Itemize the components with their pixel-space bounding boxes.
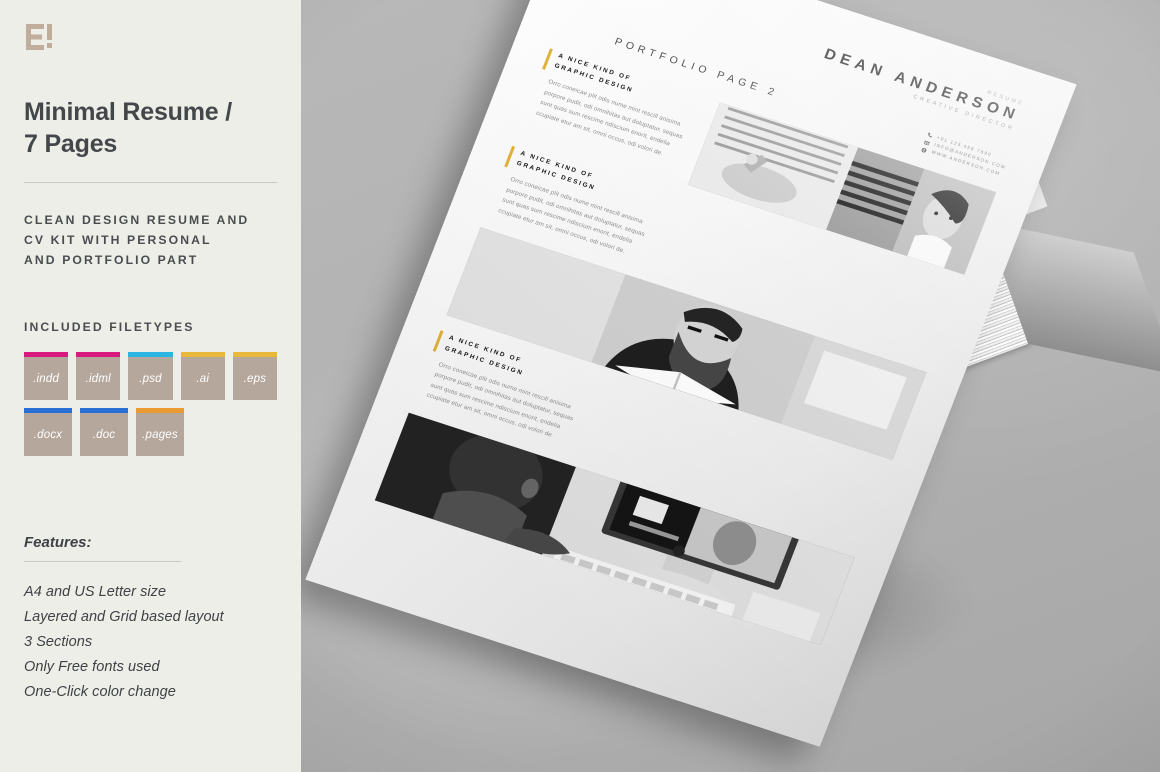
filetype-badge-row-2: .docx .doc .pages — [24, 408, 277, 457]
filetype-badge-idml: .idml — [76, 352, 121, 401]
mockup-scene: RESUME DEAN ANDERSON CREATIVE DIRECTOR P… — [301, 0, 1160, 772]
filetype-badge-doc: .doc — [80, 408, 128, 457]
list-item: Only Free fonts used — [24, 659, 160, 676]
page-title: Minimal Resume / 7 Pages — [24, 98, 232, 158]
filetype-label: .docx — [33, 428, 63, 441]
list-item: Layered and Grid based layout — [24, 609, 224, 626]
filetype-bar — [128, 352, 173, 358]
filetype-label: .indd — [33, 372, 60, 385]
title-divider — [24, 182, 277, 183]
e-exclamation-logo-icon — [24, 22, 54, 52]
filetype-label: .doc — [92, 428, 116, 441]
list-item: 3 Sections — [24, 634, 93, 651]
filetype-label: .idml — [85, 372, 111, 385]
filetype-badge-row-1: .indd .idml .psd .ai .eps — [24, 352, 278, 401]
scene-vignette — [301, 0, 1160, 772]
filetype-label: .psd — [139, 372, 162, 385]
filetype-bar — [80, 408, 128, 414]
screenshot-root: Minimal Resume / 7 Pages CLEAN DESIGN RE… — [0, 0, 1160, 772]
filetypes-heading: INCLUDED FILETYPES — [24, 320, 195, 335]
filetype-badge-docx: .docx — [24, 408, 72, 457]
filetype-bar — [24, 352, 69, 358]
filetype-bar — [136, 408, 184, 414]
list-item: One-Click color change — [24, 684, 176, 701]
filetype-bar — [76, 352, 121, 358]
features-list: A4 and US Letter size Layered and Grid b… — [24, 580, 277, 705]
filetype-bar — [24, 408, 72, 414]
filetype-bar — [232, 352, 278, 358]
filetype-label: .ai — [196, 372, 210, 385]
features-heading: Features: — [24, 534, 92, 552]
filetype-badge-pages: .pages — [136, 408, 184, 457]
filetype-badge-ai: .ai — [180, 352, 225, 401]
filetype-label: .eps — [243, 372, 267, 385]
filetype-badge-psd: .psd — [128, 352, 173, 401]
features-divider — [24, 561, 181, 563]
filetype-badge-indd: .indd — [24, 352, 69, 401]
product-tagline: CLEAN DESIGN RESUME AND CV KIT WITH PERS… — [24, 213, 250, 267]
filetype-label: .pages — [142, 428, 178, 441]
filetype-bar — [180, 352, 225, 358]
list-item: A4 and US Letter size — [24, 584, 167, 601]
product-info-sidebar: Minimal Resume / 7 Pages CLEAN DESIGN RE… — [0, 0, 301, 772]
filetype-badge-eps: .eps — [232, 352, 278, 401]
